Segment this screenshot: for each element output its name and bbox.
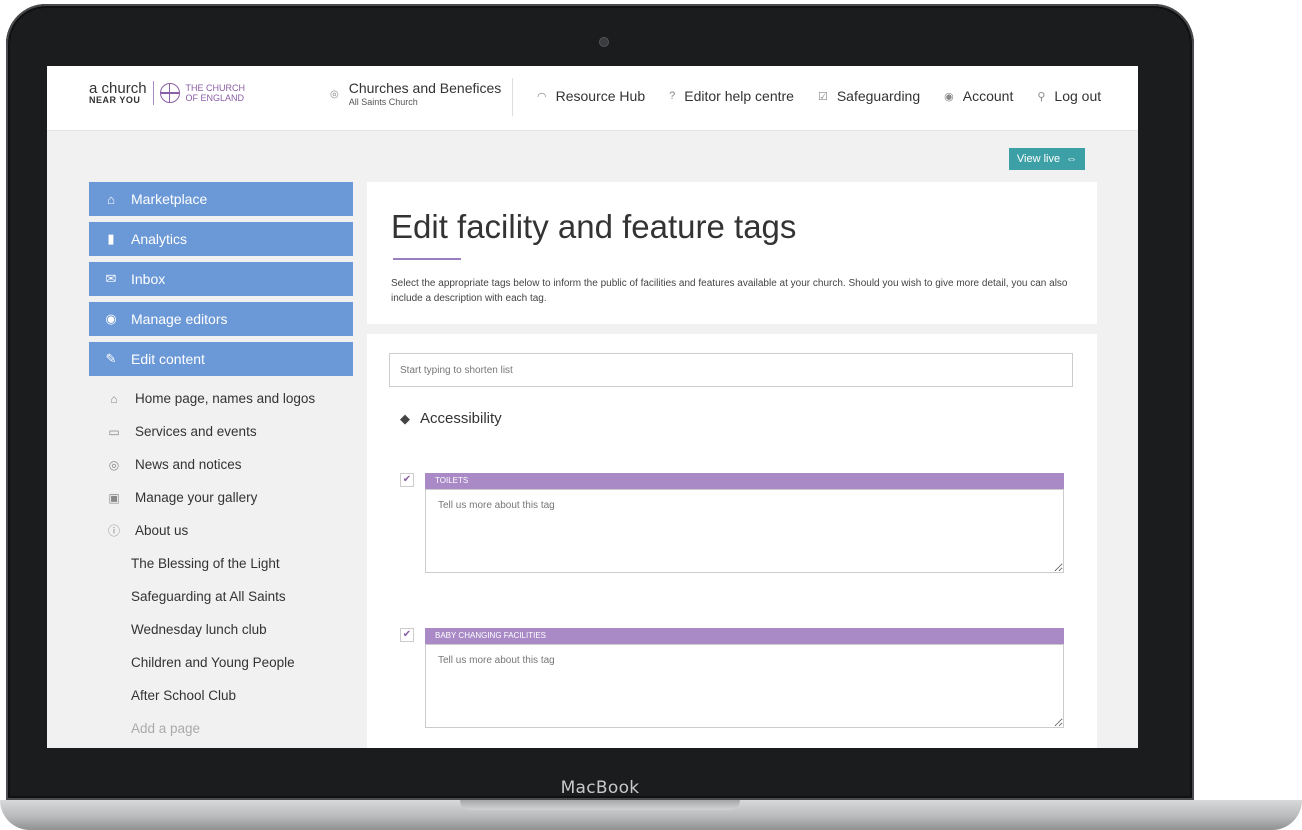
tag-label: TOILETS bbox=[425, 473, 1064, 489]
church-selector[interactable]: ◎ Churches and Benefices All Saints Chur… bbox=[330, 80, 501, 107]
sidebar-button-edit-content[interactable]: ✎ Edit content bbox=[89, 342, 353, 376]
sidebar-item-label: News and notices bbox=[135, 457, 242, 472]
view-live-button[interactable]: View live ⇔ bbox=[1009, 148, 1085, 170]
sidebar-button-label: Manage editors bbox=[131, 311, 228, 327]
page-title: Edit facility and feature tags bbox=[391, 208, 797, 245]
logo-coe-line2: OF ENGLAND bbox=[185, 93, 245, 103]
church-selector-icon: ◎ bbox=[330, 89, 339, 100]
view-live-label: View live bbox=[1016, 153, 1061, 165]
page-header-card: Edit facility and feature tags Select th… bbox=[367, 182, 1097, 324]
logo-text: a church NEAR YOU bbox=[89, 79, 147, 105]
nav-label: Account bbox=[962, 88, 1014, 104]
user-circle-icon: ◉ bbox=[105, 311, 117, 326]
sidebar-item-about-us[interactable]: ⓘ About us bbox=[89, 514, 353, 547]
sidebar-item-home-page[interactable]: ⌂ Home page, names and logos bbox=[89, 382, 353, 415]
envelope-icon: ✉ bbox=[105, 271, 117, 286]
sidebar-button-label: Edit content bbox=[131, 351, 205, 367]
site-logo[interactable]: a church NEAR YOU THE CHURCH OF ENGLAND bbox=[89, 81, 245, 105]
sidebar-button-analytics[interactable]: ▮ Analytics bbox=[89, 222, 353, 256]
checkbox-icon: ☑ bbox=[817, 90, 828, 103]
logo-line2: NEAR YOU bbox=[89, 94, 141, 105]
home-icon: ⌂ bbox=[110, 391, 118, 406]
church-of-england-icon bbox=[159, 83, 180, 103]
logo-coe-line1: THE CHURCH bbox=[185, 83, 246, 93]
tag-description-input[interactable] bbox=[425, 489, 1064, 573]
tag-icon: ◆ bbox=[400, 410, 410, 426]
key-icon: ⚲ bbox=[1037, 90, 1046, 103]
image-icon: ▣ bbox=[108, 490, 120, 505]
sidebar-button-label: Analytics bbox=[131, 231, 188, 247]
tag-search-input[interactable] bbox=[389, 353, 1073, 387]
sidebar-page-children[interactable]: Children and Young People bbox=[89, 646, 353, 679]
nav-log-out[interactable]: ⚲ Log out bbox=[1037, 88, 1101, 104]
nav-resource-hub[interactable]: ◠ Resource Hub bbox=[537, 88, 645, 104]
sidebar-item-label: Home page, names and logos bbox=[135, 391, 316, 406]
edit-content-list: ⌂ Home page, names and logos ▭ Services … bbox=[89, 382, 353, 745]
logo-divider bbox=[152, 81, 154, 105]
calendar-icon: ▭ bbox=[108, 424, 120, 439]
pencil-icon: ✎ bbox=[105, 351, 117, 366]
nav-label: Safeguarding bbox=[836, 88, 921, 104]
add-page-link[interactable]: Add a page bbox=[89, 712, 353, 745]
screen: a church NEAR YOU THE CHURCH OF ENGLAND … bbox=[47, 66, 1138, 748]
section-heading: ◆ Accessibility bbox=[400, 410, 502, 427]
sidebar-button-inbox[interactable]: ✉ Inbox bbox=[89, 262, 353, 296]
logo-line1: a church bbox=[89, 79, 147, 97]
nav-label: Log out bbox=[1054, 88, 1102, 104]
sidebar-page-safeguarding[interactable]: Safeguarding at All Saints bbox=[89, 580, 353, 613]
broadcast-icon: ◎ bbox=[108, 457, 120, 472]
top-nav: ◠ Resource Hub ? Editor help centre ☑ Sa… bbox=[537, 88, 1101, 104]
header-divider bbox=[512, 78, 513, 116]
nav-label: Editor help centre bbox=[684, 88, 794, 104]
user-icon: ◉ bbox=[944, 90, 954, 103]
nav-account[interactable]: ◉ Account bbox=[944, 88, 1013, 104]
sidebar-button-marketplace[interactable]: ⌂ Marketplace bbox=[89, 182, 353, 216]
sidebar-item-label: Manage your gallery bbox=[135, 490, 258, 505]
laptop-notch bbox=[460, 800, 740, 810]
nav-label: Resource Hub bbox=[555, 88, 646, 104]
title-underline bbox=[393, 258, 461, 260]
sidebar-item-label: About us bbox=[135, 523, 189, 538]
sidebar-button-label: Inbox bbox=[131, 271, 166, 287]
nav-safeguarding[interactable]: ☑ Safeguarding bbox=[818, 88, 920, 104]
page-description: Select the appropriate tags below to inf… bbox=[391, 278, 1068, 304]
sidebar-page-blessing[interactable]: The Blessing of the Light bbox=[89, 547, 353, 580]
tag-checkbox[interactable]: ✔ bbox=[400, 473, 414, 487]
sidebar-item-label: Services and events bbox=[135, 424, 257, 439]
eye-icon: ⇔ bbox=[1066, 153, 1078, 165]
broadcast-icon: ◠ bbox=[537, 90, 547, 103]
logo-coe-text: THE CHURCH OF ENGLAND bbox=[186, 83, 246, 103]
church-selector-title: Churches and Benefices bbox=[348, 80, 502, 96]
sidebar-item-services-events[interactable]: ▭ Services and events bbox=[89, 415, 353, 448]
sidebar-item-gallery[interactable]: ▣ Manage your gallery bbox=[89, 481, 353, 514]
bar-chart-icon: ▮ bbox=[107, 231, 115, 246]
sidebar-page-after-school[interactable]: After School Club bbox=[89, 679, 353, 712]
basket-icon: ⌂ bbox=[107, 191, 115, 207]
laptop-brand-label: MacBook bbox=[560, 778, 640, 798]
sidebar-button-label: Marketplace bbox=[131, 191, 208, 207]
tag-checkbox[interactable]: ✔ bbox=[400, 628, 414, 642]
top-header: a church NEAR YOU THE CHURCH OF ENGLAND … bbox=[47, 66, 1138, 131]
tags-card: ◆ Accessibility ✔ TOILETS ✔ BABY CHANGIN… bbox=[367, 334, 1097, 748]
info-icon: ⓘ bbox=[107, 524, 120, 538]
sidebar-button-manage-editors[interactable]: ◉ Manage editors bbox=[89, 302, 353, 336]
sidebar-item-news-notices[interactable]: ◎ News and notices bbox=[89, 448, 353, 481]
sidebar-page-lunch-club[interactable]: Wednesday lunch club bbox=[89, 613, 353, 646]
camera-icon bbox=[599, 37, 609, 47]
section-title: Accessibility bbox=[420, 410, 502, 427]
nav-editor-help-centre[interactable]: ? Editor help centre bbox=[669, 88, 794, 104]
sidebar: ⌂ Marketplace ▮ Analytics ✉ Inbox ◉ Mana… bbox=[89, 182, 353, 745]
church-selector-subtitle: All Saints Church bbox=[348, 97, 418, 107]
help-icon: ? bbox=[669, 90, 676, 102]
tag-description-input[interactable] bbox=[425, 644, 1064, 728]
tag-label: BABY CHANGING FACILITIES bbox=[425, 628, 1064, 644]
